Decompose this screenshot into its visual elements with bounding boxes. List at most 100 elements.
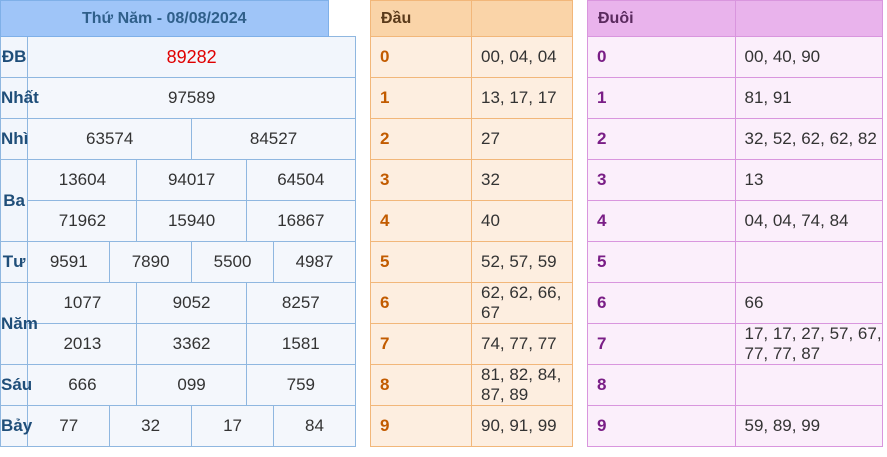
head-key: 7: [370, 323, 472, 365]
tail-values: 04, 04, 74, 84: [734, 200, 883, 242]
table-row: 2 32, 52, 62, 62, 82: [587, 118, 883, 160]
head-key: 0: [370, 36, 472, 78]
prize-bay-value: 84: [272, 405, 357, 447]
prize-nam-value: 1077: [27, 282, 138, 324]
table-row: 0 00, 40, 90: [587, 36, 883, 78]
table-row: 8 81, 82, 84, 87, 89: [370, 364, 573, 406]
prize-ba-value: 64504: [245, 159, 357, 201]
head-values: 32: [471, 159, 573, 201]
prize-sau-value: 759: [245, 364, 357, 406]
tail-key: 4: [587, 200, 736, 242]
tail-values: 32, 52, 62, 62, 82: [734, 118, 883, 160]
tail-values: 59, 89, 99: [734, 405, 883, 447]
tail-values: 13: [734, 159, 883, 201]
prize-label-nam: Năm: [0, 282, 38, 365]
tail-key: 6: [587, 282, 736, 324]
tail-key: 1: [587, 77, 736, 119]
prize-nam-value: 8257: [245, 282, 357, 324]
prize-nhi-value: 63574: [27, 118, 193, 160]
head-values: 90, 91, 99: [471, 405, 573, 447]
head-key: 8: [370, 364, 472, 406]
tail-values: 81, 91: [734, 77, 883, 119]
head-values: 81, 82, 84, 87, 89: [471, 364, 573, 406]
tail-values: [734, 241, 883, 283]
head-values: 27: [471, 118, 573, 160]
tail-title: Đuôi: [587, 0, 736, 37]
tail-key: 3: [587, 159, 736, 201]
prize-bay-value: 17: [191, 405, 274, 447]
table-row: 9 59, 89, 99: [587, 405, 883, 447]
prize-nhi-value: 84527: [191, 118, 356, 160]
tail-key: 7: [587, 323, 736, 365]
head-values: 13, 17, 17: [471, 77, 573, 119]
table-row: 6 62, 62, 66, 67: [370, 282, 573, 324]
head-key: 3: [370, 159, 472, 201]
tail-values: 17, 17, 27, 57, 67, 77, 77, 87: [734, 323, 883, 365]
prize-nam-value: 9052: [136, 282, 247, 324]
prize-ba-value: 13604: [27, 159, 138, 201]
table-row: 4 40: [370, 200, 573, 242]
table-row: 7 17, 17, 27, 57, 67, 77, 77, 87: [587, 323, 883, 365]
prize-nam-value: 1581: [245, 323, 357, 365]
head-title: Đầu: [370, 0, 472, 37]
tail-values: 66: [734, 282, 883, 324]
tail-key: 0: [587, 36, 736, 78]
head-key: 6: [370, 282, 472, 324]
tail-values: 00, 40, 90: [734, 36, 883, 78]
prize-ba-value: 15940: [136, 200, 247, 242]
table-row: 5: [587, 241, 883, 283]
head-key: 4: [370, 200, 472, 242]
table-row: 4 04, 04, 74, 84: [587, 200, 883, 242]
table-row: 1 81, 91: [587, 77, 883, 119]
prize-label-tu: Tư: [0, 241, 29, 283]
head-values: 52, 57, 59: [471, 241, 573, 283]
prize-ba-value: 94017: [136, 159, 247, 201]
head-key: 2: [370, 118, 472, 160]
table-row: 8: [587, 364, 883, 406]
table-row: 3 13: [587, 159, 883, 201]
head-values: 62, 62, 66, 67: [471, 282, 573, 324]
prize-nam-value: 3362: [136, 323, 247, 365]
table-row: 3 32: [370, 159, 573, 201]
tail-title-blank: [734, 0, 883, 37]
prize-tu-value: 5500: [191, 241, 274, 283]
prize-ba-value: 71962: [27, 200, 138, 242]
prize-sau-value: 099: [136, 364, 247, 406]
prize-label-sau: Sáu: [0, 364, 32, 406]
prize-label-db: ĐB: [0, 36, 29, 78]
tail-values: [734, 364, 883, 406]
prize-label-bay: Bảy: [0, 405, 32, 447]
table-row: 1 13, 17, 17: [370, 77, 573, 119]
head-values: 74, 77, 77: [471, 323, 573, 365]
prize-ba-value: 16867: [245, 200, 357, 242]
table-row: 6 66: [587, 282, 883, 324]
prize-bay-value: 77: [27, 405, 111, 447]
head-key: 1: [370, 77, 472, 119]
prize-tu-value: 7890: [109, 241, 193, 283]
prize-sau-value: 666: [27, 364, 138, 406]
prize-label-ba: Ba: [0, 159, 29, 242]
table-row: 5 52, 57, 59: [370, 241, 573, 283]
head-key: 5: [370, 241, 472, 283]
prize-tu-value: 9591: [27, 241, 111, 283]
prize-label-nhi: Nhì: [0, 118, 28, 160]
tail-key: 9: [587, 405, 736, 447]
prize-nam-value: 2013: [27, 323, 138, 365]
head-title-blank: [471, 0, 573, 37]
prize-tu-value: 4987: [272, 241, 357, 283]
tail-digits-table: Đuôi 0 00, 40, 90 1 81, 91 2 32, 52, 62, 62…: [587, 0, 883, 447]
prize-nhat-value: 97589: [27, 77, 356, 119]
tail-key: 8: [587, 364, 736, 406]
results-title: Thứ Năm - 08/08/2024: [0, 0, 329, 37]
tail-key: 2: [587, 118, 736, 160]
prize-bay-value: 32: [109, 405, 193, 447]
head-key: 9: [370, 405, 472, 447]
head-digits-table: Đầu 0 00, 04, 04 1 13, 17, 17 2 27 3 32 4 40 …: [370, 0, 573, 447]
prize-db-value: 89282: [27, 36, 356, 78]
table-row: 7 74, 77, 77: [370, 323, 573, 365]
tail-key: 5: [587, 241, 736, 283]
head-values: 00, 04, 04: [471, 36, 573, 78]
table-row: 9 90, 91, 99: [370, 405, 573, 447]
prize-label-nhat: Nhất: [0, 77, 39, 119]
results-table: Thứ Năm - 08/08/2024 ĐB 89282 Nhất 97589…: [0, 0, 357, 447]
